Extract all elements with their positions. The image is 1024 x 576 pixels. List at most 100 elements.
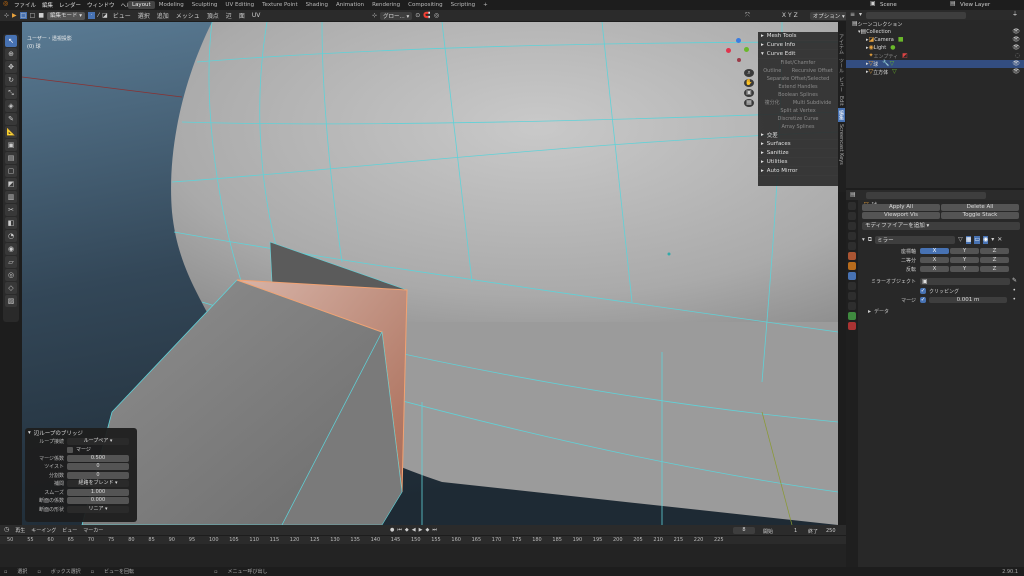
transform-orientation-dropdown[interactable]: グロー... ▾ (380, 11, 413, 20)
viewport-canvas[interactable] (22, 22, 838, 525)
section-auto-mirror[interactable]: ▸ Auto Mirror (758, 167, 838, 176)
data-tab-icon[interactable] (848, 312, 856, 320)
proportional-edit-icon[interactable]: ◎ (434, 12, 439, 20)
smooth-tool-icon[interactable]: ◉ (5, 243, 17, 255)
add-workspace-icon[interactable]: + (479, 1, 492, 9)
gizmo-neg-icon[interactable] (737, 58, 741, 62)
close-icon[interactable]: ✕ (997, 236, 1002, 244)
menu-vertex[interactable]: 頂点 (205, 11, 221, 20)
mirror-object-field[interactable]: ▣ (920, 277, 1010, 285)
jump-end-icon[interactable]: ⏭ (432, 527, 437, 533)
outliner-item-light[interactable]: ▸ ◉ Light ● 👁 (846, 44, 1024, 52)
visibility-eye-icon[interactable]: 👁 (1012, 36, 1020, 44)
modifier-name-field[interactable]: ミラー (875, 235, 956, 244)
outline-button[interactable]: Outline (763, 67, 781, 75)
annotate-tool-icon[interactable]: ✎ (5, 113, 17, 125)
outliner-item-collection[interactable]: ▾ ▤ Collection 👁 (846, 28, 1024, 36)
timeline-track[interactable] (0, 544, 846, 567)
pan-icon[interactable]: ✋ (744, 79, 754, 87)
scale-tool-icon[interactable]: ⤡ (5, 87, 17, 99)
section-surfaces[interactable]: ▸ Surfaces (758, 140, 838, 149)
face-select-icon[interactable]: ◪ (102, 12, 108, 20)
extend-handles-button[interactable]: Extend Handles (758, 83, 838, 91)
menu-view[interactable]: ビュー (111, 11, 133, 20)
mirror-y-toggle[interactable]: Y (788, 12, 792, 19)
tab-layout[interactable]: Layout (128, 1, 155, 9)
menu-uv[interactable]: UV (250, 12, 263, 19)
menu-face[interactable]: 面 (237, 11, 247, 20)
menu-add[interactable]: 追加 (155, 11, 171, 20)
merge-checkbox[interactable] (67, 446, 73, 453)
subdivide-button[interactable]: 複分化 (765, 99, 780, 107)
menu-select[interactable]: 選択 (136, 11, 152, 20)
edge-mode-icon[interactable]: □ (30, 12, 36, 20)
tab-edit-jp[interactable]: 編集 (838, 107, 845, 122)
edge-slide-tool-icon[interactable]: ▱ (5, 256, 17, 268)
tab-rendering[interactable]: Rendering (368, 1, 404, 9)
dropdown-icon[interactable]: ▾ (991, 236, 994, 244)
gizmo-icon[interactable]: ⤧ (745, 12, 750, 20)
merge-distance-field[interactable]: 0.001 m (929, 297, 1007, 303)
tab-tool[interactable]: ツール (838, 56, 845, 75)
face-mode-icon[interactable]: ■ (38, 12, 44, 20)
timeline-editor-icon[interactable]: ◷ (4, 526, 9, 534)
flip-x-toggle[interactable]: X (920, 266, 949, 272)
spin-tool-icon[interactable]: ◔ (5, 230, 17, 242)
mirror-x-toggle[interactable]: X (782, 12, 786, 19)
modifier-tab-icon[interactable] (848, 272, 856, 280)
editor-type-icon[interactable]: ⊹ (4, 12, 9, 20)
blender-logo-icon[interactable]: ◎ (3, 0, 8, 8)
outliner-item-empty[interactable]: ▸✦エンプティ◩◌ (846, 52, 1024, 60)
menu-marker[interactable]: マーカー (83, 527, 103, 534)
tab-scripting[interactable]: Scripting (447, 1, 479, 9)
tab-texture-paint[interactable]: Texture Point (258, 1, 302, 9)
material-tab-icon[interactable] (848, 322, 856, 330)
prev-key-icon[interactable]: ◆ (405, 527, 409, 533)
menu-file[interactable]: ファイル (14, 1, 36, 9)
particles-tab-icon[interactable] (848, 282, 856, 290)
tab-modeling[interactable]: Modeling (155, 1, 188, 9)
gizmo-y-icon[interactable] (744, 47, 749, 52)
physics-tab-icon[interactable] (848, 292, 856, 300)
play-icon[interactable]: ▶ (419, 527, 423, 533)
current-frame-field[interactable]: 8 (733, 527, 755, 534)
outliner-search-input[interactable] (866, 11, 967, 19)
add-modifier-dropdown[interactable]: モディファイアーを追加 ▾ (862, 222, 1020, 230)
gizmo-z-icon[interactable] (736, 38, 741, 43)
move-tool-icon[interactable]: ✥ (5, 61, 17, 73)
interpolation-dropdown[interactable]: 経路をブレンド ▾ (67, 480, 129, 488)
knife-tool-icon[interactable]: ✂ (5, 204, 17, 216)
tool-tab-icon[interactable] (848, 202, 856, 210)
cuts-field[interactable]: 0 (67, 471, 129, 479)
smoothness-field[interactable]: 1.000 (67, 488, 129, 496)
outliner-item-camera[interactable]: ▸ ◪ Camera ■ 👁 (846, 36, 1024, 44)
editmode-cage-icon[interactable]: ▦ (965, 235, 972, 244)
expand-icon[interactable]: ▸ (868, 308, 871, 315)
merge-checkbox[interactable]: ✓ (920, 297, 926, 303)
menu-timeline-view[interactable]: ビュー (62, 527, 77, 534)
recursive-offset-button[interactable]: Recursive Offset (792, 67, 833, 75)
menu-edge[interactable]: 辺 (224, 11, 234, 20)
menu-keying[interactable]: キーイング (31, 527, 56, 534)
outliner-item-cube[interactable]: ▸ ▽ 立方体 ▽ 👁 (846, 68, 1024, 76)
split-at-vertex-button[interactable]: Split at Vertex (758, 107, 838, 115)
constraints-tab-icon[interactable] (848, 302, 856, 310)
tab-item[interactable]: アイテム (838, 32, 845, 56)
menu-render[interactable]: レンダー (59, 1, 81, 9)
world-tab-icon[interactable] (848, 252, 856, 260)
collapse-icon[interactable]: ▾ (862, 237, 865, 243)
properties-editor-icon[interactable]: ▤ (850, 191, 856, 199)
vertex-select-icon[interactable]: · (88, 12, 96, 19)
transform-tool-icon[interactable]: ◈ (5, 100, 17, 112)
merge-factor-field[interactable]: 0.500 (67, 454, 129, 462)
add-cube-tool-icon[interactable]: ▣ (5, 139, 17, 151)
visibility-eye-icon[interactable]: 👁 (1012, 60, 1020, 68)
mode-dropdown[interactable]: 編集モード ▾ (47, 11, 86, 20)
outliner-item-sphere[interactable]: ▸ ▽ 球 🔧 ▽ 👁 (846, 60, 1024, 68)
section-sanitize[interactable]: ▸ Sanitize (758, 149, 838, 158)
multi-subdivide-button[interactable]: Multi Subdivide (793, 99, 832, 107)
mirror-modifier-header[interactable]: ▾ ⧉ ミラー ▽ ▦ ▭ ◉ ▾ ✕ (862, 235, 1020, 244)
viewport-toggle-icon[interactable]: ▭ (974, 235, 981, 244)
tab-uv-editing[interactable]: UV Editing (221, 1, 258, 9)
array-splines-button[interactable]: Array Splines (758, 123, 838, 131)
